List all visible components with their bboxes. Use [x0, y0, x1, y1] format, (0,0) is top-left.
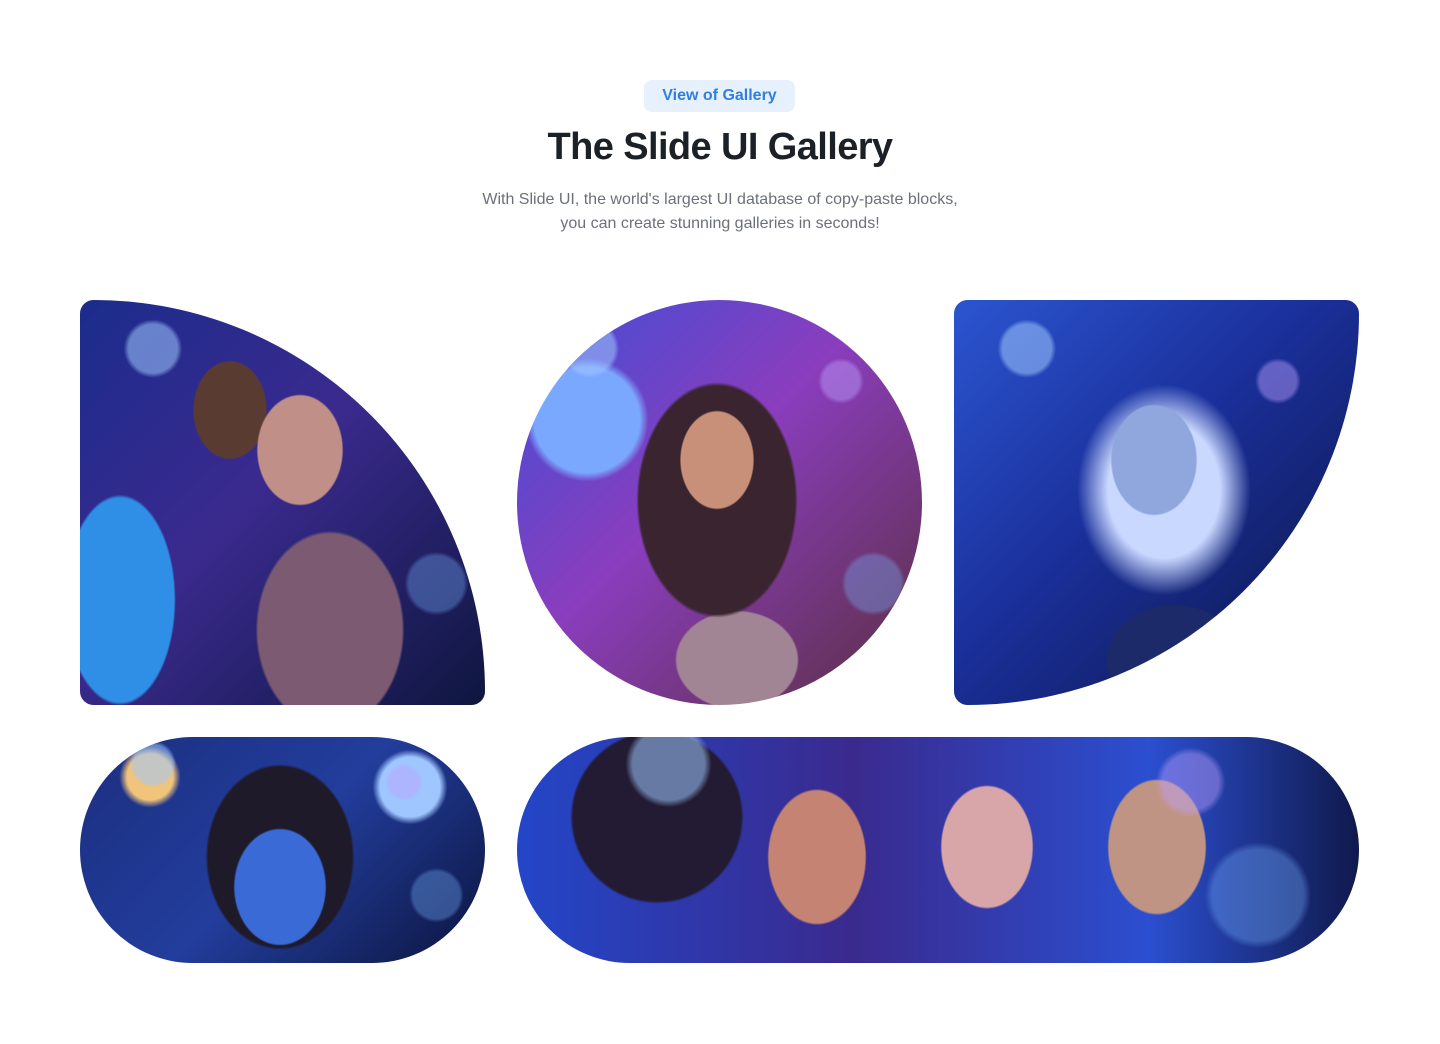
- gallery-page: View of Gallery The Slide UI Gallery Wit…: [0, 0, 1440, 1044]
- page-title: The Slide UI Gallery: [547, 126, 894, 168]
- gallery-image-woman-circle[interactable]: [517, 300, 922, 705]
- subtitle-line-1: With Slide UI, the world's largest UI da…: [482, 191, 958, 208]
- gallery-image-woman-facepaint[interactable]: [80, 737, 485, 963]
- subtitle-line-2: you can create stunning galleries in sec…: [560, 215, 880, 232]
- gallery-image-three-friends[interactable]: [517, 737, 1359, 963]
- view-gallery-badge[interactable]: View of Gallery: [644, 80, 795, 112]
- gallery-image-woman-neon[interactable]: [954, 300, 1359, 705]
- gallery-image-friends-party[interactable]: [80, 300, 485, 705]
- page-subtitle: With Slide UI, the world's largest UI da…: [420, 188, 1020, 236]
